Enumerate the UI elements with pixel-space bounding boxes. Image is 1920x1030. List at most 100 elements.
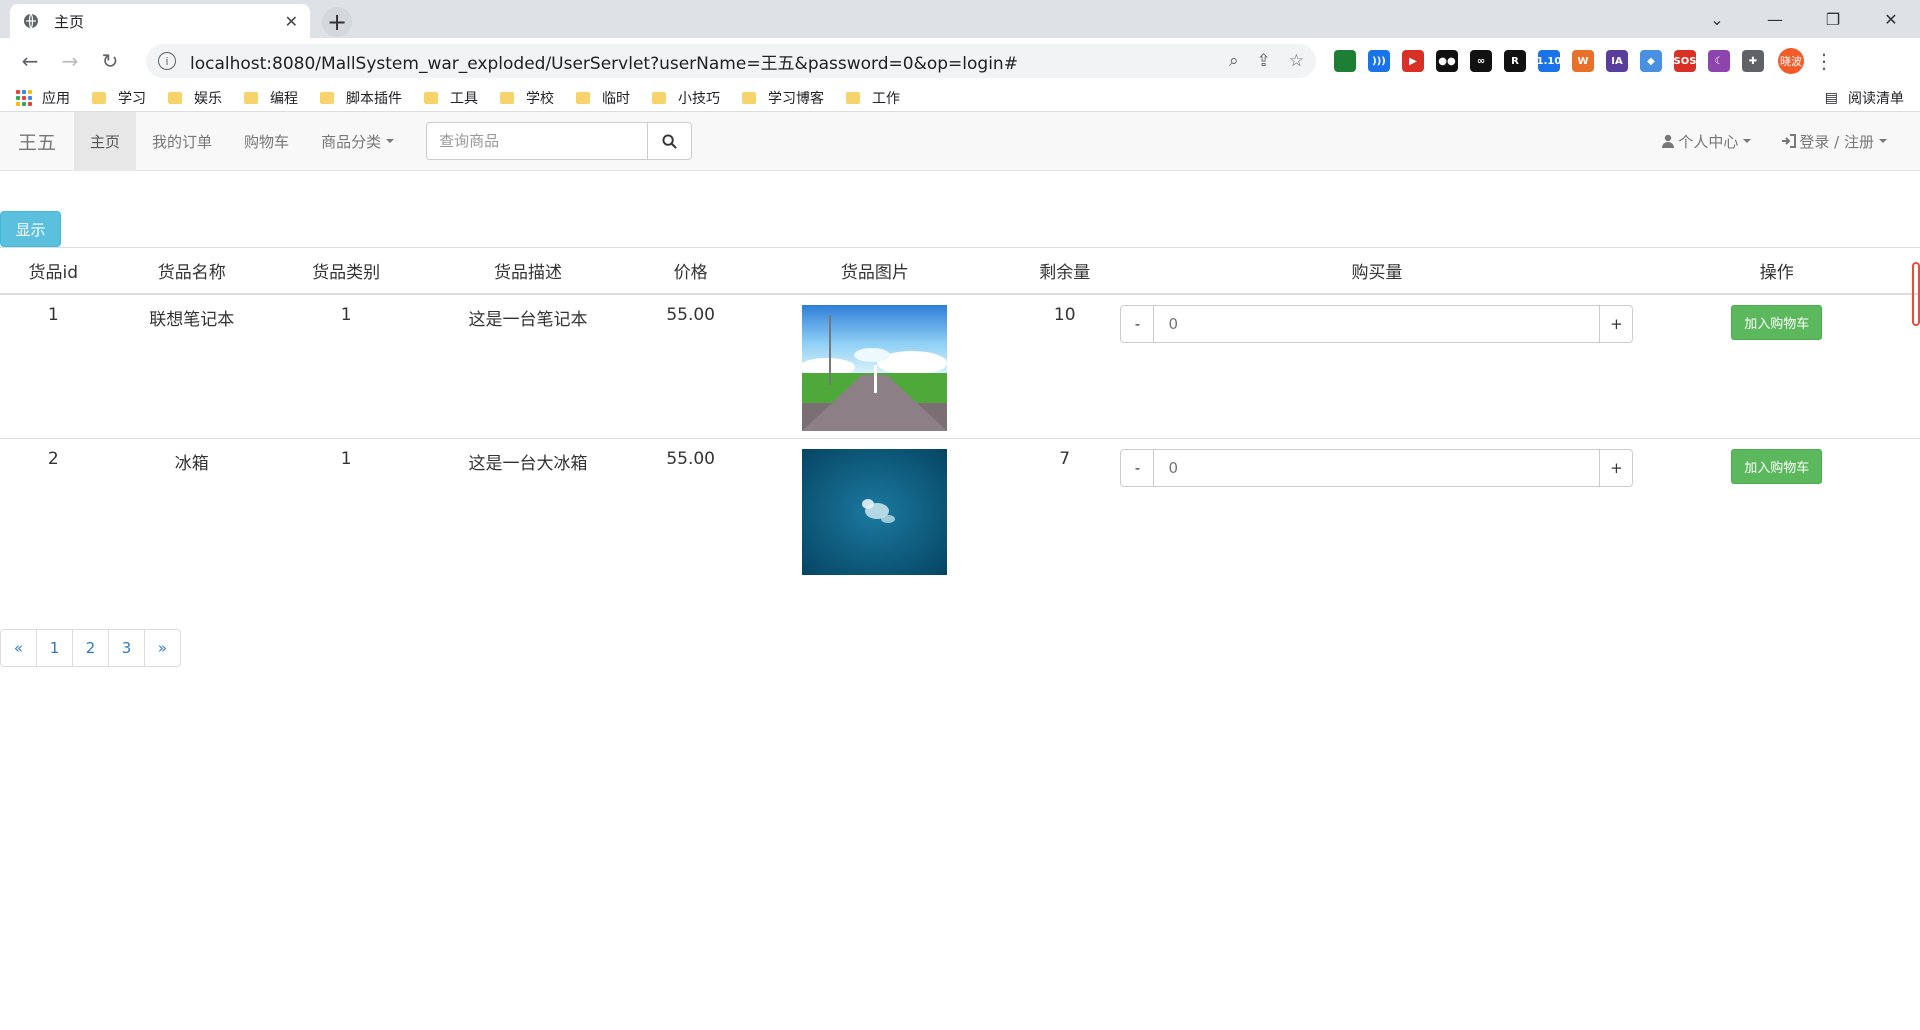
cell-price: 55.00 (640, 293, 741, 439)
folder-icon (576, 91, 590, 104)
cell-quantity: - + (1120, 293, 1634, 439)
decrement-button[interactable]: - (1120, 449, 1155, 487)
folder-icon (320, 91, 334, 104)
user-center-dropdown[interactable]: 个人中心 (1646, 112, 1766, 170)
back-button[interactable]: ← (12, 43, 48, 79)
profile-avatar[interactable]: 晓波 (1778, 48, 1804, 74)
bookmark-folder[interactable]: 学校 (500, 88, 554, 108)
share-icon[interactable]: ⇪ (1257, 51, 1271, 71)
restore-button[interactable]: ❐ (1804, 0, 1862, 38)
url-text[interactable]: localhost:8080/MallSystem_war_exploded/U… (190, 49, 1229, 74)
caret-down-icon (1743, 139, 1752, 143)
quantity-input[interactable] (1154, 449, 1600, 487)
bookmark-folder[interactable]: 工作 (846, 88, 900, 108)
tab-search-icon[interactable]: ⌄ (1688, 0, 1746, 38)
reading-list[interactable]: ▤ 阅读清单 (1825, 88, 1904, 108)
star-icon[interactable]: ☆ (1289, 51, 1304, 71)
page-1[interactable]: 1 (36, 629, 73, 667)
badge-extension-icon[interactable]: 1.10 (1537, 50, 1561, 72)
search-button[interactable] (648, 122, 693, 160)
nav-my-orders[interactable]: 我的订单 (136, 112, 228, 170)
window-close-button[interactable]: ✕ (1862, 0, 1920, 38)
nav-cart[interactable]: 购物车 (228, 112, 305, 170)
address-bar[interactable]: i localhost:8080/MallSystem_war_exploded… (146, 44, 1316, 78)
reload-button[interactable]: ↻ (92, 43, 128, 79)
bookmark-folder[interactable]: 脚本插件 (320, 88, 402, 108)
header-price: 价格 (640, 247, 741, 295)
search-input[interactable] (426, 122, 649, 160)
bookmark-folders: 学习 娱乐 编程 脚本插件 工具 学校 临时 小技巧 学习博客 工作 (92, 88, 922, 108)
increment-button[interactable]: + (1599, 304, 1634, 343)
forward-button[interactable]: → (52, 43, 88, 79)
cell-desc: 这是一台大冰箱 (415, 438, 641, 584)
quantity-stepper: - + (1120, 449, 1634, 487)
kebab-menu-icon[interactable]: ⋮ (1814, 49, 1834, 73)
nav-home[interactable]: 主页 (74, 112, 137, 170)
page-3[interactable]: 3 (108, 629, 145, 667)
bookmark-folder[interactable]: 学习 (92, 88, 146, 108)
header-desc: 货品描述 (415, 247, 641, 295)
decrement-button[interactable]: - (1120, 304, 1155, 343)
browser-tab[interactable]: 主页 ✕ (10, 4, 310, 38)
scrollbar-thumb[interactable] (1912, 262, 1920, 326)
apps-grid-icon (16, 89, 32, 106)
bookmark-folder[interactable]: 小技巧 (652, 88, 720, 108)
page-next[interactable]: » (144, 629, 181, 667)
cell-id: 1 (0, 293, 107, 439)
black-extension-icon[interactable]: ●● (1436, 50, 1458, 72)
close-icon[interactable]: ✕ (285, 12, 298, 31)
zoom-icon[interactable]: ⌕ (1229, 51, 1239, 71)
product-image (802, 304, 948, 431)
ia-extension-icon[interactable]: IA (1606, 50, 1628, 72)
nav-category-dropdown[interactable]: 商品分类 (305, 112, 410, 170)
brand-username[interactable]: 王五 (0, 112, 74, 170)
bookmark-label: 临时 (602, 90, 630, 107)
blue-diamond-extension-icon[interactable]: ◆ (1640, 50, 1662, 72)
page-prev[interactable]: « (0, 629, 37, 667)
bookmark-label: 小技巧 (678, 90, 720, 107)
user-center-label: 个人中心 (1678, 132, 1739, 151)
info-icon[interactable]: i (158, 52, 176, 70)
bookmark-apps[interactable]: 应用 (16, 88, 70, 108)
folder-icon (168, 91, 182, 104)
minimize-button[interactable]: — (1746, 0, 1804, 38)
product-search (426, 122, 693, 160)
bookmark-folder[interactable]: 学习博客 (742, 88, 824, 108)
page-2[interactable]: 2 (72, 629, 109, 667)
folder-icon (652, 91, 666, 104)
bookmark-folder[interactable]: 编程 (244, 88, 298, 108)
bookmark-label: 应用 (42, 90, 70, 107)
add-to-cart-button[interactable]: 加入购物车 (1731, 304, 1823, 340)
r-extension-icon[interactable]: R (1504, 50, 1526, 72)
bookmark-label: 脚本插件 (346, 90, 402, 107)
bookmark-label: 娱乐 (194, 90, 222, 107)
show-button[interactable]: 显示 (0, 211, 61, 247)
bookmark-folder[interactable]: 工具 (424, 88, 478, 108)
header-id: 货品id (0, 247, 107, 295)
folder-icon (244, 91, 258, 104)
bookmarks-bar: 应用 学习 娱乐 编程 脚本插件 工具 学校 临时 小技巧 学习博客 工作 ▤ 阅读清单 (0, 84, 1920, 112)
green-circle-extension-icon[interactable] (1334, 50, 1356, 72)
add-to-cart-button[interactable]: 加入购物车 (1731, 449, 1823, 484)
sos-extension-icon[interactable]: SOS (1674, 50, 1696, 72)
login-register-dropdown[interactable]: 登录 / 注册 (1766, 112, 1902, 170)
login-icon (1782, 134, 1797, 148)
reading-list-icon: ▤ (1824, 89, 1838, 106)
tab-title: 主页 (54, 12, 85, 31)
bookmark-folder[interactable]: 临时 (576, 88, 630, 108)
bookmark-folder[interactable]: 娱乐 (168, 88, 222, 108)
header-category: 货品类别 (276, 247, 416, 295)
owl-extension-icon[interactable]: ∞ (1470, 50, 1492, 72)
increment-button[interactable]: + (1599, 449, 1634, 487)
cell-image (740, 438, 1009, 584)
folder-icon (424, 91, 438, 104)
extensions-bar: ))) ▶ ●● ∞ R 1.10 W IA ◆ SOS ☾ ✚ (1334, 50, 1764, 72)
quantity-input[interactable] (1154, 304, 1600, 343)
bookmark-label: 工具 (450, 90, 478, 107)
weibo-extension-icon[interactable]: W (1572, 50, 1594, 72)
moon-extension-icon[interactable]: ☾ (1708, 50, 1730, 72)
puzzle-extension-icon[interactable]: ✚ (1742, 50, 1764, 72)
red-play-extension-icon[interactable]: ▶ (1402, 50, 1424, 72)
wifi-extension-icon[interactable]: ))) (1368, 50, 1390, 72)
new-tab-button[interactable]: + (322, 7, 352, 37)
